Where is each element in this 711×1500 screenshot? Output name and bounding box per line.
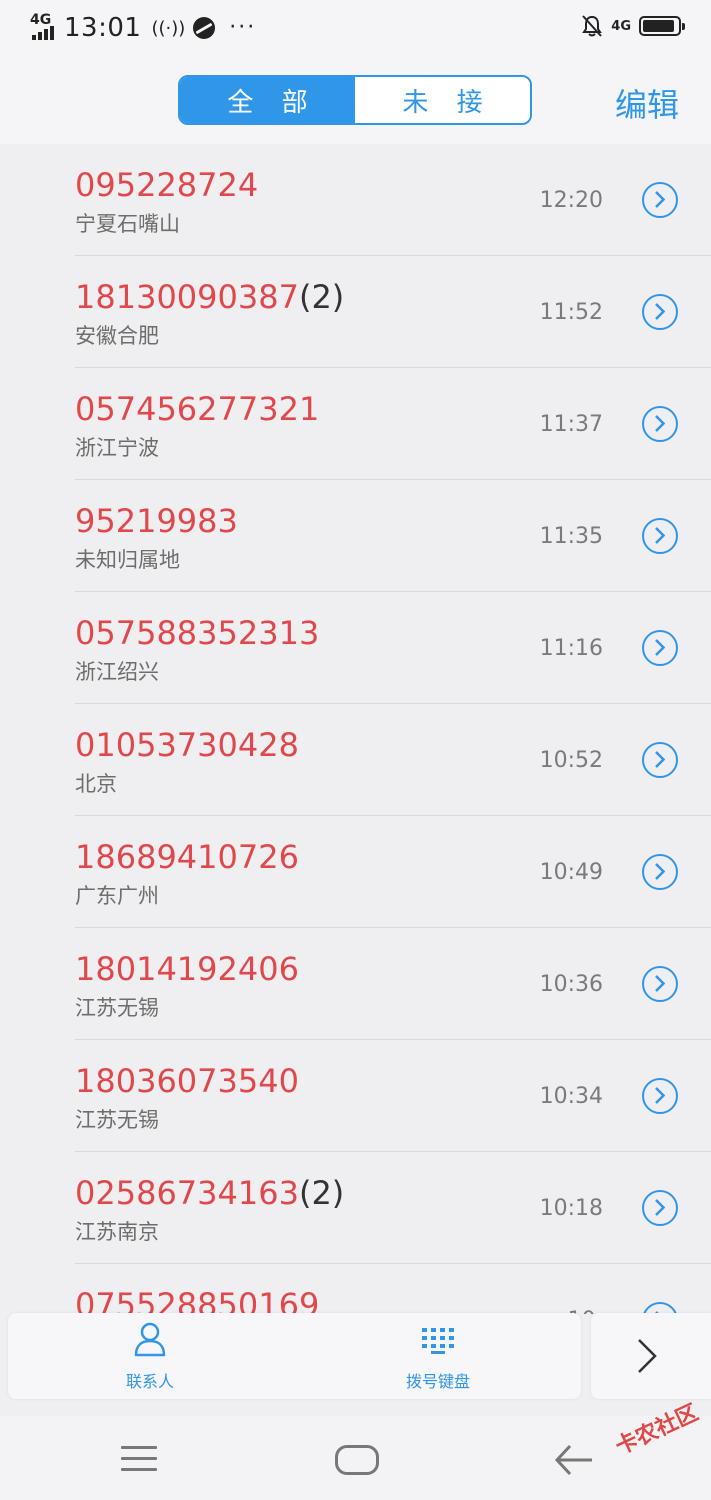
contacts-icon xyxy=(134,1322,166,1357)
call-time: 10:49 xyxy=(539,860,603,885)
edit-button[interactable]: 编辑 xyxy=(615,80,679,126)
cellular-signal-icon: 4G xyxy=(30,12,60,42)
call-detail-icon[interactable] xyxy=(642,406,678,442)
caller-location: 广东广州 xyxy=(75,884,159,908)
caller-location: 宁夏石嘴山 xyxy=(75,212,180,236)
tab-dialpad[interactable]: 拨号键盘 xyxy=(388,1313,488,1399)
call-log-row[interactable]: 18689410726 广东广州 10:49 xyxy=(0,816,711,928)
call-detail-icon[interactable] xyxy=(642,742,678,778)
tab-contacts[interactable]: 联系人 xyxy=(100,1313,200,1399)
call-time: 11:37 xyxy=(539,412,603,437)
system-nav-bar xyxy=(0,1416,711,1500)
call-log-row[interactable]: 07552885016910: xyxy=(0,1264,711,1314)
phone-number: 18689410726 xyxy=(75,838,299,876)
caller-location: 北京 xyxy=(75,772,117,796)
phone-number-text: 057588352313 xyxy=(75,614,320,652)
phone-number-text: 095228724 xyxy=(75,166,259,204)
status-time: 13:01 xyxy=(64,13,142,43)
status-right: 4G xyxy=(581,14,685,38)
call-detail-icon[interactable] xyxy=(642,966,678,1002)
phone-number-text: 057456277321 xyxy=(75,390,320,428)
call-detail-icon[interactable] xyxy=(642,1078,678,1114)
bottom-tab-bar: 联系人 拨号键盘 xyxy=(8,1313,581,1399)
call-time: 11:52 xyxy=(539,300,603,325)
phone-number: 18036073540 xyxy=(75,1062,299,1100)
call-filter-segment: 全 部 未 接 xyxy=(178,75,532,125)
status-bar: 4G 13:01 ((·)) ··· 4G xyxy=(0,0,711,56)
phone-number: 057588352313 xyxy=(75,614,319,652)
call-log-row[interactable]: 057588352313 浙江绍兴 11:16 xyxy=(0,592,711,704)
call-log-row[interactable]: 057456277321 浙江宁波 11:37 xyxy=(0,368,711,480)
tab-missed[interactable]: 未 接 xyxy=(355,77,530,123)
battery-icon xyxy=(639,16,685,36)
phone-number-text: 18014192406 xyxy=(75,950,299,988)
phone-number-text: 075528850169 xyxy=(75,1286,320,1314)
phone-number-text: 01053730428 xyxy=(75,726,299,764)
call-count: (2) xyxy=(298,1174,345,1212)
dialpad-icon xyxy=(422,1328,454,1354)
call-log-list[interactable]: 095228724 宁夏石嘴山 12:20 18130090387(2) 安徽合肥 11:… xyxy=(0,144,711,1314)
wireless-broadcast-icon: ((·)) xyxy=(151,17,186,39)
phone-number: 95219983 xyxy=(75,502,238,540)
call-time: 10:52 xyxy=(539,748,603,773)
phone-number: 18130090387(2) xyxy=(75,278,344,316)
phone-number-text: 18130090387 xyxy=(75,278,299,316)
phone-number-text: 02586734163 xyxy=(75,1174,299,1212)
caller-location: 未知归属地 xyxy=(75,548,180,572)
caller-location: 浙江宁波 xyxy=(75,436,159,460)
phone-number: 075528850169 xyxy=(75,1286,319,1314)
call-log-row[interactable]: 95219983 未知归属地 11:35 xyxy=(0,480,711,592)
status-left: 4G 13:01 ((·)) ··· xyxy=(30,12,256,44)
caller-location: 江苏无锡 xyxy=(75,1108,159,1132)
call-log-row[interactable]: 02586734163(2) 江苏南京 10:18 xyxy=(0,1152,711,1264)
tab-dialpad-label: 拨号键盘 xyxy=(405,1372,470,1391)
network-type-label: 4G xyxy=(30,12,52,28)
call-log-row[interactable]: 18130090387(2) 安徽合肥 11:52 xyxy=(0,256,711,368)
app-notification-icon xyxy=(193,17,216,39)
bell-off-icon xyxy=(582,15,603,37)
call-log-header: 全 部 未 接 编辑 xyxy=(0,56,711,144)
call-log-row[interactable]: 18036073540 江苏无锡 10:34 xyxy=(0,1040,711,1152)
call-detail-icon[interactable] xyxy=(642,854,678,890)
call-time: 10:34 xyxy=(539,1084,603,1109)
call-detail-icon[interactable] xyxy=(642,1190,678,1226)
phone-number-text: 95219983 xyxy=(75,502,238,540)
call-time: 12:20 xyxy=(539,188,603,213)
phone-number: 057456277321 xyxy=(75,390,319,428)
home-icon[interactable] xyxy=(335,1445,379,1475)
call-detail-icon[interactable] xyxy=(642,518,678,554)
back-arrow-icon[interactable] xyxy=(554,1442,594,1478)
expand-button[interactable] xyxy=(591,1313,711,1399)
phone-number-text: 18689410726 xyxy=(75,838,299,876)
call-time: 10:18 xyxy=(539,1196,603,1221)
call-log-row[interactable]: 095228724 宁夏石嘴山 12:20 xyxy=(0,144,711,256)
call-time: 11:35 xyxy=(539,524,603,549)
call-detail-icon[interactable] xyxy=(642,182,678,218)
phone-number: 01053730428 xyxy=(75,726,299,764)
chevron-right-icon xyxy=(638,1339,657,1373)
call-time: 10:36 xyxy=(539,972,603,997)
caller-location: 江苏无锡 xyxy=(75,996,159,1020)
caller-location: 江苏南京 xyxy=(75,1220,159,1244)
call-log-row[interactable]: 01053730428 北京 10:52 xyxy=(0,704,711,816)
more-notifications-icon: ··· xyxy=(229,15,257,40)
call-count: (2) xyxy=(298,278,345,316)
network-type-right: 4G xyxy=(611,18,631,34)
phone-number-text: 18036073540 xyxy=(75,1062,299,1100)
menu-icon[interactable] xyxy=(121,1446,157,1479)
call-log-row[interactable]: 18014192406 江苏无锡 10:36 xyxy=(0,928,711,1040)
tab-contacts-label: 联系人 xyxy=(125,1372,174,1391)
phone-number: 095228724 xyxy=(75,166,258,204)
call-detail-icon[interactable] xyxy=(642,630,678,666)
caller-location: 浙江绍兴 xyxy=(75,660,159,684)
tab-all[interactable]: 全 部 xyxy=(180,77,355,123)
phone-number: 02586734163(2) xyxy=(75,1174,344,1212)
phone-number: 18014192406 xyxy=(75,950,299,988)
caller-location: 安徽合肥 xyxy=(75,324,159,348)
call-time: 11:16 xyxy=(539,636,603,661)
call-detail-icon[interactable] xyxy=(642,294,678,330)
